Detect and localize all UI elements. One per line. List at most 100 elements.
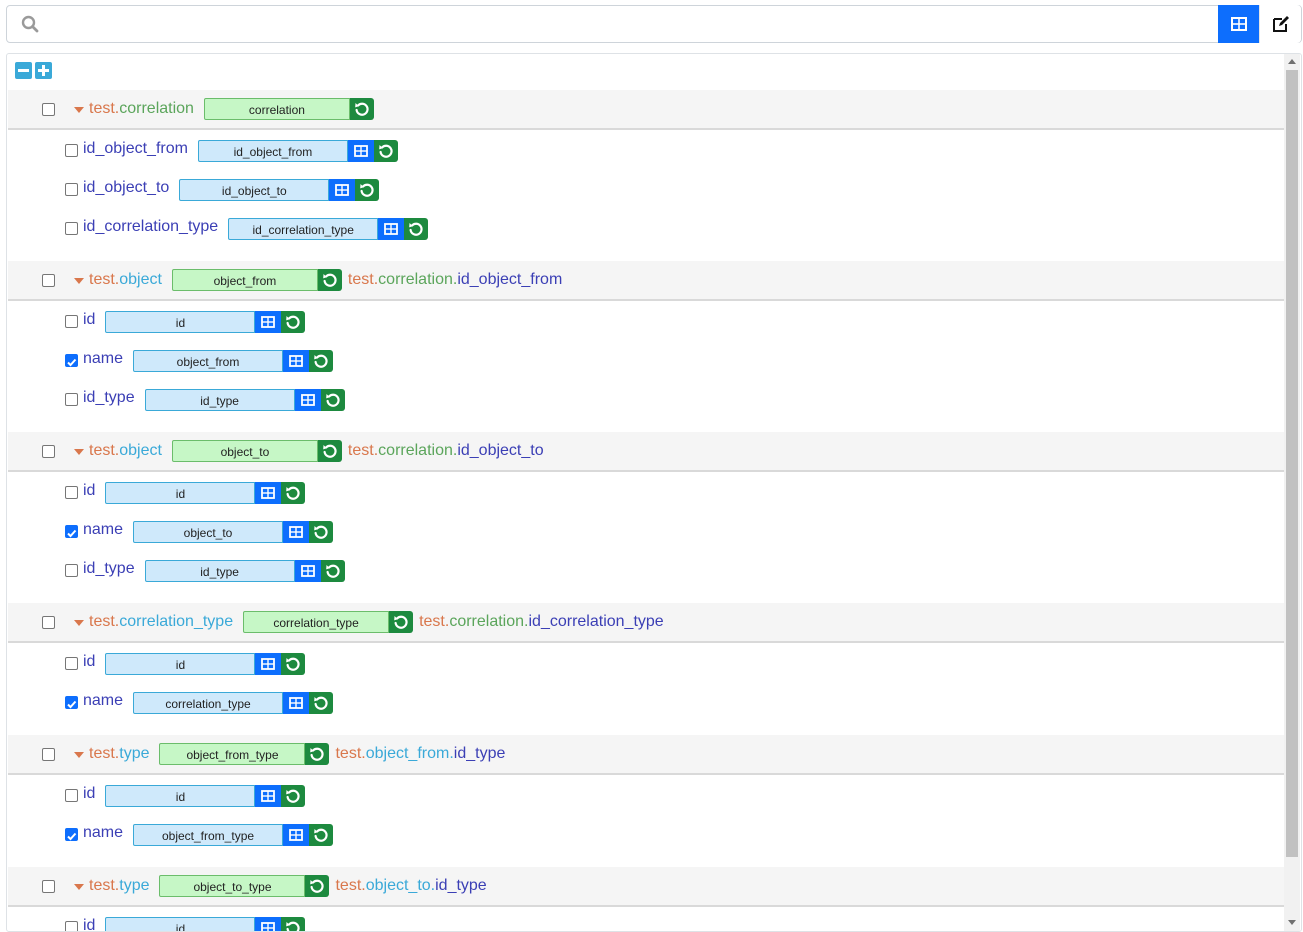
caret-down-icon[interactable] xyxy=(74,449,84,455)
search-input[interactable] xyxy=(51,10,1171,38)
field-table-button[interactable] xyxy=(329,179,356,201)
edit-button[interactable] xyxy=(1259,5,1301,43)
reset-alias-button[interactable] xyxy=(317,440,342,462)
collapse-all-button[interactable] xyxy=(15,62,32,79)
field-row: id id xyxy=(8,472,1284,511)
field-table-button[interactable] xyxy=(347,140,374,162)
reset-alias-button[interactable] xyxy=(389,611,414,633)
caret-down-icon[interactable] xyxy=(74,620,84,626)
table-select-checkbox[interactable] xyxy=(42,748,55,761)
table-view-button[interactable] xyxy=(1218,5,1259,43)
field-alias-input[interactable]: id_correlation_type xyxy=(228,218,379,240)
field-checkbox[interactable] xyxy=(65,696,78,709)
join-table: object_to xyxy=(365,877,431,894)
field-table-button[interactable] xyxy=(255,482,282,504)
field-table-button[interactable] xyxy=(255,653,282,675)
field-table-button[interactable] xyxy=(283,824,310,846)
field-table-button[interactable] xyxy=(294,560,321,582)
table-icon xyxy=(289,526,303,538)
reset-field-button[interactable] xyxy=(309,350,334,372)
reset-field-button[interactable] xyxy=(281,653,306,675)
reset-field-button[interactable] xyxy=(320,389,345,411)
table-alias-field[interactable]: object_from_type xyxy=(159,743,306,765)
scroll-up-arrow[interactable] xyxy=(1288,59,1296,64)
expand-all-button[interactable] xyxy=(35,62,52,79)
table-alias-field[interactable]: object_to_type xyxy=(159,875,306,897)
join-schema: test xyxy=(347,442,374,459)
table-select-checkbox[interactable] xyxy=(42,616,55,629)
field-table-button[interactable] xyxy=(255,311,282,333)
caret-down-icon[interactable] xyxy=(74,752,84,758)
field-checkbox[interactable] xyxy=(65,828,78,841)
table-alias-field[interactable]: object_from xyxy=(171,269,318,291)
table-select-checkbox[interactable] xyxy=(42,103,55,116)
field-table-button[interactable] xyxy=(283,521,310,543)
reset-field-button[interactable] xyxy=(404,218,429,240)
field-checkbox[interactable] xyxy=(65,657,78,670)
field-alias-input[interactable]: id xyxy=(105,482,256,504)
field-checkbox[interactable] xyxy=(65,564,78,577)
table-alias-field[interactable]: object_to xyxy=(171,440,318,462)
field-name: id xyxy=(83,917,96,932)
reset-icon xyxy=(286,921,301,931)
scroll-down-arrow[interactable] xyxy=(1288,920,1296,925)
reset-field-button[interactable] xyxy=(309,521,334,543)
field-alias-input[interactable]: id xyxy=(105,311,256,333)
field-checkbox[interactable] xyxy=(65,183,78,196)
field-table-button[interactable] xyxy=(283,350,310,372)
scroll-thumb[interactable] xyxy=(1286,70,1298,857)
caret-down-icon[interactable] xyxy=(74,884,84,890)
reset-field-button[interactable] xyxy=(281,482,306,504)
field-alias-input[interactable]: id_type xyxy=(144,389,295,411)
field-checkbox[interactable] xyxy=(65,222,78,235)
reset-field-button[interactable] xyxy=(281,785,306,807)
field-checkbox[interactable] xyxy=(65,354,78,367)
caret-down-icon[interactable] xyxy=(74,278,84,284)
field-table-button[interactable] xyxy=(378,218,405,240)
caret-down-icon[interactable] xyxy=(74,107,84,113)
table-alias-field[interactable]: correlation xyxy=(203,98,350,120)
field-alias-input[interactable]: object_to xyxy=(133,521,284,543)
field-alias-input[interactable]: id xyxy=(105,917,256,931)
field-checkbox[interactable] xyxy=(65,315,78,328)
reset-field-button[interactable] xyxy=(281,917,306,931)
table-select-checkbox[interactable] xyxy=(42,274,55,287)
field-checkbox[interactable] xyxy=(65,486,78,499)
field-alias-input[interactable]: id xyxy=(105,653,256,675)
field-checkbox[interactable] xyxy=(65,144,78,157)
field-table-button[interactable] xyxy=(255,917,282,931)
vertical-scrollbar[interactable] xyxy=(1284,54,1300,931)
field-alias-input[interactable]: object_from xyxy=(133,350,284,372)
join-reference: test.correlation.id_object_from xyxy=(348,271,562,289)
field-checkbox[interactable] xyxy=(65,525,78,538)
field-table-button[interactable] xyxy=(255,785,282,807)
field-alias-input[interactable]: object_from_type xyxy=(133,824,284,846)
table-alias-field[interactable]: correlation_type xyxy=(243,611,390,633)
reset-alias-button[interactable] xyxy=(305,743,330,765)
reset-alias-button[interactable] xyxy=(349,98,374,120)
reset-field-button[interactable] xyxy=(355,179,380,201)
reset-field-button[interactable] xyxy=(309,692,334,714)
field-table-button[interactable] xyxy=(294,389,321,411)
field-alias-input[interactable]: id_object_to xyxy=(179,179,330,201)
field-table-button[interactable] xyxy=(283,692,310,714)
field-row: id id xyxy=(8,775,1284,814)
reset-field-button[interactable] xyxy=(281,311,306,333)
reset-field-button[interactable] xyxy=(320,560,345,582)
field-alias-input[interactable]: id_object_from xyxy=(197,140,348,162)
field-alias-input[interactable]: id xyxy=(105,785,256,807)
field-alias-input[interactable]: id_type xyxy=(144,560,295,582)
reset-alias-button[interactable] xyxy=(305,875,330,897)
reset-field-button[interactable] xyxy=(309,824,334,846)
field-checkbox[interactable] xyxy=(65,789,78,802)
join-field: id_type xyxy=(453,745,506,762)
table-select-checkbox[interactable] xyxy=(42,880,55,893)
field-alias-input[interactable]: correlation_type xyxy=(133,692,284,714)
field-row: id_correlation_type id_correlation_type xyxy=(8,208,1284,247)
table-select-checkbox[interactable] xyxy=(42,445,55,458)
reset-field-button[interactable] xyxy=(373,140,398,162)
field-checkbox[interactable] xyxy=(65,921,78,931)
table-name: test.type xyxy=(89,877,150,895)
field-checkbox[interactable] xyxy=(65,393,78,406)
reset-alias-button[interactable] xyxy=(317,269,342,291)
